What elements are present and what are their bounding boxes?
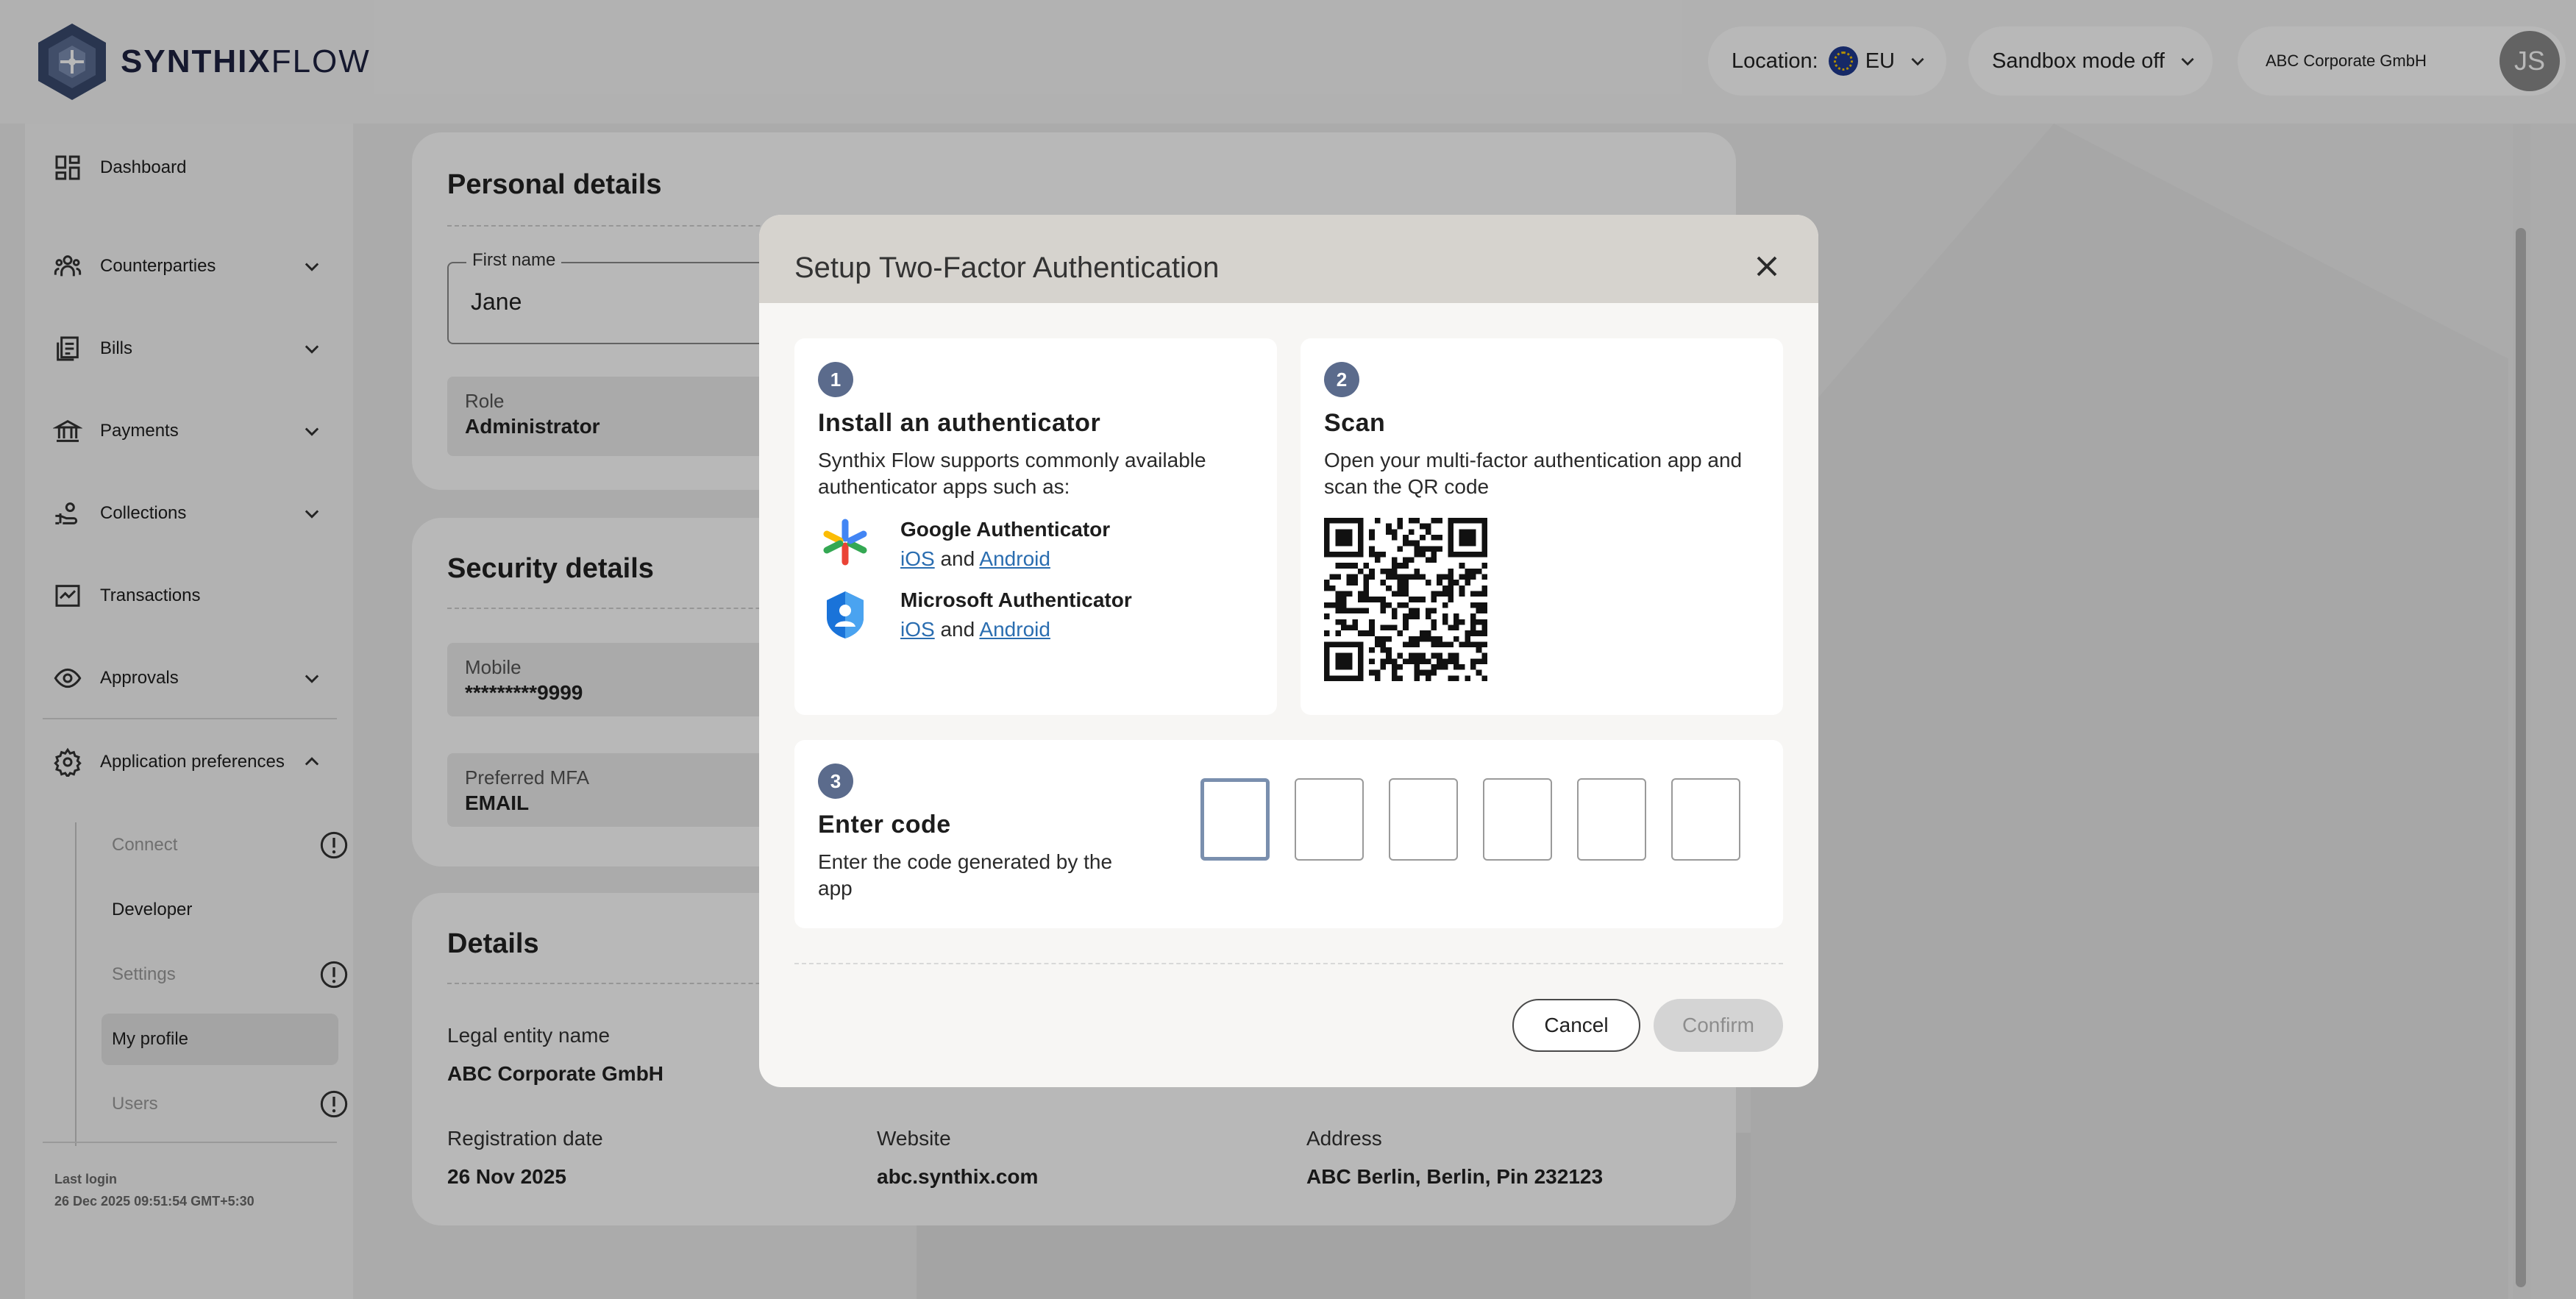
code-digit-3[interactable] [1389,778,1458,861]
step-badge: 2 [1324,362,1359,397]
two-factor-setup-modal: Setup Two-Factor Authentication 1 Instal… [759,215,1818,1087]
link-separator: and [940,547,975,570]
step-heading: Enter code [818,811,951,839]
step-text: Synthix Flow supports commonly available… [818,449,1206,498]
step-heading: Install an authenticator [818,409,1101,437]
step-badge: 3 [818,764,853,799]
google-authenticator-icon [823,519,867,566]
close-icon[interactable] [1754,253,1780,280]
step-badge: 1 [818,362,853,397]
step-heading: Scan [1324,409,1386,437]
code-digit-5[interactable] [1577,778,1646,861]
code-digit-6[interactable] [1671,778,1740,861]
step-text: Enter the code generated by the app [818,850,1113,900]
qr-code [1324,518,1487,681]
app-links: iOS and Android [900,547,1050,571]
app-name: Microsoft Authenticator [900,588,1132,611]
modal-header: Setup Two-Factor Authentication [759,215,1818,303]
app-links: iOS and Android [900,618,1050,641]
ios-link[interactable]: iOS [900,618,935,641]
step-scan-card: 2 Scan Open your multi-factor authentica… [1301,338,1783,715]
modal-title: Setup Two-Factor Authentication [794,252,1220,284]
code-digit-4[interactable] [1483,778,1552,861]
android-link[interactable]: Android [979,618,1050,641]
confirm-button[interactable]: Confirm [1654,999,1783,1052]
step-install-card: 1 Install an authenticator Synthix Flow … [794,338,1277,715]
cancel-button[interactable]: Cancel [1512,999,1640,1052]
android-link[interactable]: Android [979,547,1050,570]
step-text: Open your multi-factor authentication ap… [1324,449,1743,498]
app-name: Google Authenticator [900,518,1111,541]
link-separator: and [940,618,975,641]
ios-link[interactable]: iOS [900,547,935,570]
code-digit-1[interactable] [1200,778,1270,861]
modal-divider [794,963,1783,964]
microsoft-authenticator-icon [827,591,864,638]
code-digit-2[interactable] [1295,778,1364,861]
